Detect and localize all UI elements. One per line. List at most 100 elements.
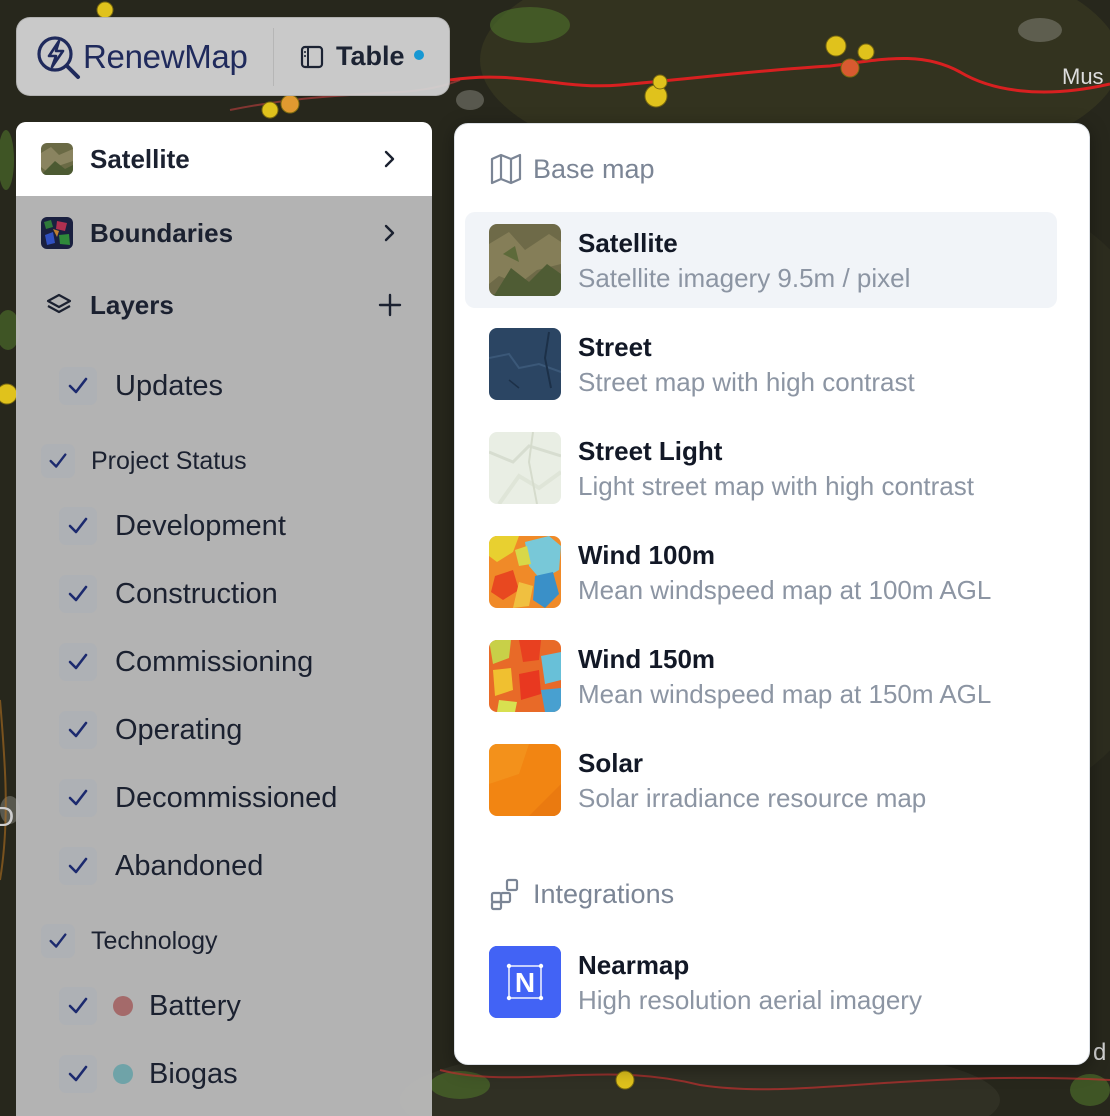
table-icon <box>300 45 324 68</box>
basemap-selector[interactable]: Satellite <box>16 122 432 196</box>
basemap-option-title: Wind 100m <box>578 540 716 570</box>
basemap-option-description: Mean windspeed map at 150m AGL <box>578 679 992 709</box>
boundaries-selector[interactable]: Boundaries <box>16 196 432 270</box>
integrations-icon <box>490 878 519 911</box>
status-filter-checkbox[interactable] <box>59 507 97 545</box>
technology-filter-label: Battery <box>149 989 241 1022</box>
check-icon <box>68 585 88 602</box>
technology-group[interactable]: Technology <box>16 920 432 962</box>
basemap-selector-label: Satellite <box>90 143 190 174</box>
basemap-option-title: Street <box>578 332 652 362</box>
layers-panel: Satellite Boundaries Layers Updates Proj… <box>16 122 432 1116</box>
basemap-option-description: Mean windspeed map at 100m AGL <box>578 575 992 605</box>
status-filter-checkbox[interactable] <box>59 575 97 613</box>
basemap-option-title: Wind 150m <box>578 644 716 674</box>
basemap-option-description: Street map with high contrast <box>578 367 915 397</box>
technology-filter-checkbox[interactable] <box>59 1055 97 1093</box>
boundaries-thumbnail <box>41 217 73 249</box>
technology-filter-label: Biogas <box>149 1057 238 1090</box>
technology-label: Technology <box>91 926 218 955</box>
integrations-header: Integrations <box>489 877 674 911</box>
table-notification-dot <box>413 49 424 60</box>
status-filter-item[interactable]: Construction <box>16 569 432 619</box>
basemap-thumbnail <box>489 224 561 296</box>
technology-filter-item[interactable]: Biogas <box>16 1049 432 1099</box>
basemap-thumbnail <box>489 536 561 608</box>
status-filter-label: Commissioning <box>115 645 314 678</box>
table-label: Table <box>336 41 405 71</box>
basemap-option-description: Light street map with high contrast <box>578 471 974 501</box>
base-map-header-label: Base map <box>533 153 655 184</box>
basemap-option[interactable]: Wind 150m Mean windspeed map at 150m AGL <box>465 628 1057 724</box>
project-status-checkbox[interactable] <box>41 444 75 478</box>
technology-filter-checkbox[interactable] <box>59 987 97 1025</box>
basemap-dropdown: Base map Satellite Satellite imagery 9.5m… <box>454 123 1090 1065</box>
map-label-d: D <box>0 801 14 832</box>
check-icon <box>68 857 88 874</box>
basemap-option-description: Solar irradiance resource map <box>578 783 927 813</box>
chevron-right-icon <box>374 217 406 249</box>
technology-filter-item[interactable]: Battery <box>16 981 432 1031</box>
technology-color-dot <box>113 996 133 1016</box>
status-filter-label: Abandoned <box>115 849 264 882</box>
status-filter-item[interactable]: Decommissioned <box>16 773 432 823</box>
status-filter-checkbox[interactable] <box>59 779 97 817</box>
basemap-option[interactable]: Street Street map with high contrast <box>465 316 1057 412</box>
basemap-thumbnail <box>489 744 561 816</box>
app-logo[interactable]: RenewMap <box>17 32 273 82</box>
check-icon <box>68 721 88 738</box>
layers-icon <box>43 289 75 321</box>
status-filter-item[interactable]: Abandoned <box>16 841 432 891</box>
add-layer-button[interactable] <box>374 289 406 321</box>
basemap-thumbnail <box>489 432 561 504</box>
status-filter-checkbox[interactable] <box>59 643 97 681</box>
layer-item-updates[interactable]: Updates <box>16 361 432 411</box>
integrations-header-label: Integrations <box>533 878 675 909</box>
updates-label: Updates <box>115 369 224 402</box>
top-bar: RenewMap Table <box>16 17 450 96</box>
basemap-option[interactable]: Solar Solar irradiance resource map <box>465 732 1057 828</box>
technology-checkbox[interactable] <box>41 924 75 958</box>
layers-header: Layers <box>16 270 432 340</box>
project-status-label: Project Status <box>91 446 247 475</box>
nearmap-title: Nearmap <box>578 950 690 980</box>
check-icon <box>68 997 88 1014</box>
status-filter-item[interactable]: Development <box>16 501 432 551</box>
basemap-option-description: Satellite imagery 9.5m / pixel <box>578 263 911 293</box>
base-map-header: Base map <box>489 152 655 186</box>
check-icon <box>49 933 67 948</box>
status-filter-checkbox[interactable] <box>59 847 97 885</box>
basemap-thumbnail <box>489 640 561 712</box>
table-button[interactable]: Table <box>274 18 424 95</box>
status-filter-label: Operating <box>115 713 243 746</box>
boundaries-label: Boundaries <box>90 217 234 248</box>
check-icon <box>68 1065 88 1082</box>
check-icon <box>68 377 88 394</box>
project-status-group[interactable]: Project Status <box>16 440 432 482</box>
check-icon <box>68 517 88 534</box>
map-label-d-right: d <box>1093 1039 1106 1066</box>
basemap-option-title: Solar <box>578 748 644 778</box>
plus-icon <box>378 293 402 317</box>
status-filter-checkbox[interactable] <box>59 711 97 749</box>
status-filter-item[interactable]: Operating <box>16 705 432 755</box>
basemap-option-title: Street Light <box>578 436 723 466</box>
chevron-right-icon <box>374 143 406 175</box>
app-name: RenewMap <box>83 37 248 75</box>
map-label-mus: Mus <box>1062 64 1104 89</box>
renewmap-logo-icon <box>37 35 80 79</box>
basemap-option[interactable]: Satellite Satellite imagery 9.5m / pixel <box>465 212 1057 308</box>
check-icon <box>68 789 88 806</box>
layers-label: Layers <box>90 289 174 320</box>
svg-text:N: N <box>515 967 535 998</box>
check-icon <box>68 653 88 670</box>
technology-color-dot <box>113 1064 133 1084</box>
basemap-option[interactable]: Street Light Light street map with high c… <box>465 420 1057 516</box>
status-filter-item[interactable]: Commissioning <box>16 637 432 687</box>
map-icon <box>490 153 522 185</box>
updates-checkbox[interactable] <box>59 367 97 405</box>
nearmap-logo-icon: N <box>489 946 561 1018</box>
check-icon <box>49 453 67 468</box>
integration-option-nearmap[interactable]: N Nearmap High resolution aerial imagery <box>465 934 1057 1030</box>
basemap-option[interactable]: Wind 100m Mean windspeed map at 100m AGL <box>465 524 1057 620</box>
